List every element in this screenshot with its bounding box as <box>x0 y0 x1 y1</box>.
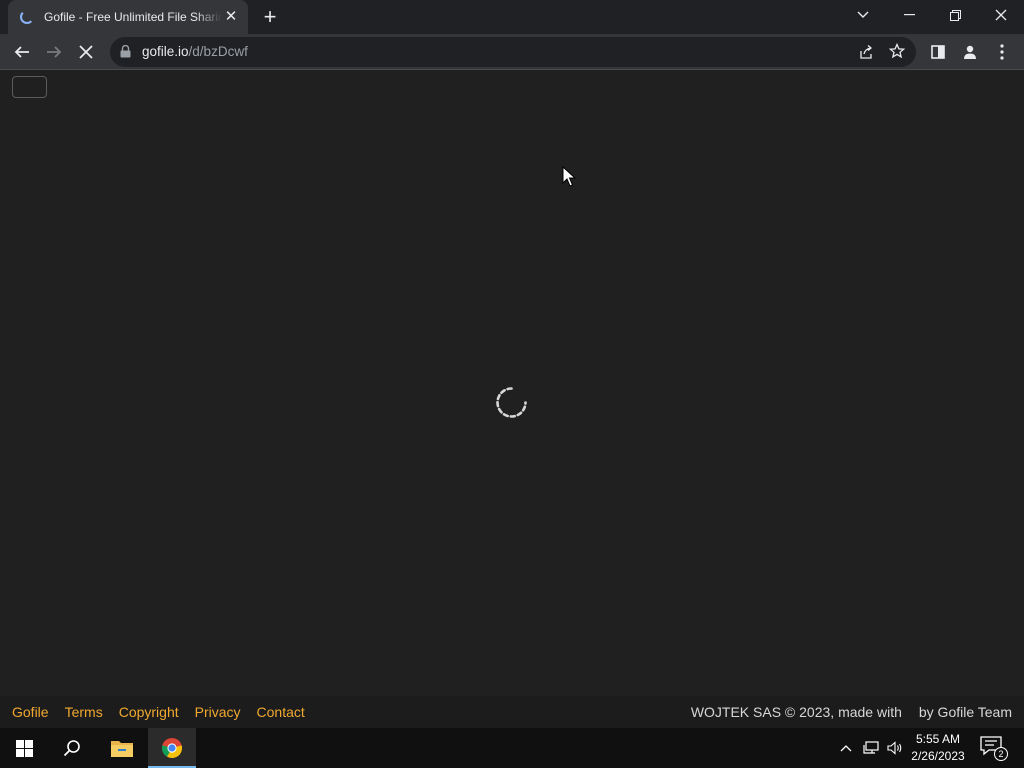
footer-link-contact[interactable]: Contact <box>257 704 305 720</box>
footer-link-copyright[interactable]: Copyright <box>119 704 179 720</box>
footer-credit: WOJTEK SAS © 2023, made with by Gofile T… <box>691 696 1012 728</box>
tab-title: Gofile - Free Unlimited File Sharing <box>44 10 222 24</box>
profile-icon[interactable] <box>956 38 984 66</box>
chrome-icon[interactable] <box>148 728 196 768</box>
url-path: /d/bzDcwf <box>188 44 248 59</box>
star-icon[interactable] <box>888 42 906 64</box>
plus-icon[interactable]: + <box>258 6 282 28</box>
page-footer: Gofile Terms Copyright Privacy Contact W… <box>0 696 1024 728</box>
mouse-cursor-icon <box>562 166 576 187</box>
browser-titlebar: Gofile - Free Unlimited File Sharing ✕ + <box>0 0 1024 34</box>
footer-link-privacy[interactable]: Privacy <box>195 704 241 720</box>
system-clock[interactable]: 5:55 AM 2/26/2023 <box>906 728 970 768</box>
close-icon[interactable] <box>978 0 1024 30</box>
arrow-left-icon[interactable] <box>8 38 36 66</box>
stop-loading-icon[interactable] <box>72 38 100 66</box>
lock-icon[interactable] <box>120 44 131 63</box>
restore-icon[interactable] <box>932 0 978 30</box>
share-icon[interactable] <box>858 44 874 65</box>
menu-toggle-button[interactable] <box>12 76 47 98</box>
footer-link-gofile[interactable]: Gofile <box>12 704 49 720</box>
footer-credit-left: WOJTEK SAS © 2023, made with <box>690 704 902 720</box>
kebab-menu-icon[interactable] <box>988 38 1016 66</box>
footer-credit-right: by Gofile Team <box>918 704 1012 720</box>
minimize-icon[interactable] <box>886 0 932 30</box>
page-content: Gofile Terms Copyright Privacy Contact W… <box>0 70 1024 728</box>
search-icon[interactable] <box>48 728 96 768</box>
browser-toolbar: gofile.io/d/bzDcwf <box>0 34 1024 70</box>
volume-icon[interactable] <box>885 738 905 758</box>
file-explorer-icon[interactable] <box>98 728 146 768</box>
close-icon[interactable]: ✕ <box>222 8 240 26</box>
notification-count-badge: 2 <box>994 747 1008 761</box>
footer-links: Gofile Terms Copyright Privacy Contact <box>12 696 321 728</box>
side-panel-icon[interactable] <box>924 38 952 66</box>
arrow-right-icon <box>40 38 68 66</box>
url-host: gofile.io <box>142 44 189 59</box>
windows-start-icon[interactable] <box>0 728 48 768</box>
clock-date: 2/26/2023 <box>911 749 965 763</box>
network-icon[interactable] <box>861 738 881 758</box>
tab-search-icon[interactable] <box>840 0 886 30</box>
url-text[interactable]: gofile.io/d/bzDcwf <box>142 37 248 67</box>
taskbar: 5:55 AM 2/26/2023 2 <box>0 728 1024 768</box>
browser-tab[interactable]: Gofile - Free Unlimited File Sharing ✕ <box>8 0 248 34</box>
spinner-icon <box>20 10 34 24</box>
clock-time: 5:55 AM <box>915 732 961 746</box>
chevron-up-icon[interactable] <box>836 738 856 758</box>
notification-center-button[interactable]: 2 <box>980 736 1008 761</box>
loading-spinner-icon <box>496 387 527 418</box>
address-bar[interactable]: gofile.io/d/bzDcwf <box>110 37 916 67</box>
footer-link-terms[interactable]: Terms <box>65 704 103 720</box>
